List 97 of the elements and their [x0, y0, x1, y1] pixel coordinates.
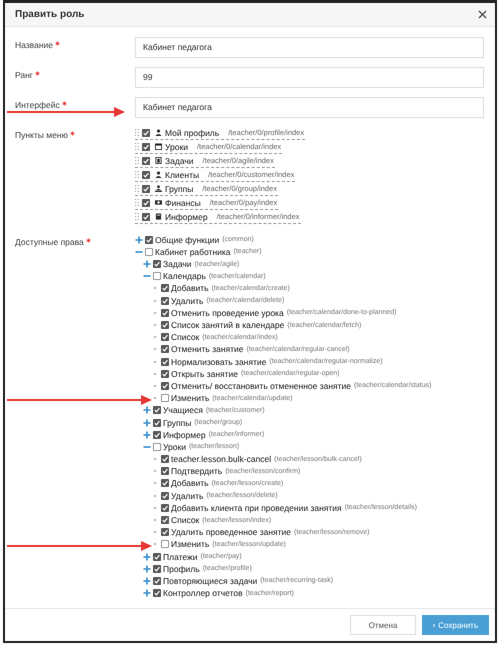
expand-icon[interactable] [143, 418, 151, 426]
leaf-icon [151, 504, 159, 512]
banknote-icon [155, 199, 162, 206]
checkbox[interactable] [161, 540, 169, 548]
permission-name: Информер [163, 430, 206, 440]
permission-name: Задачи [163, 259, 192, 270]
expand-icon[interactable] [143, 564, 151, 573]
drag-handle-icon[interactable] [135, 199, 139, 206]
permission-name: Отменить проведение урока [171, 308, 284, 318]
drag-handle-icon[interactable] [135, 185, 139, 192]
permission-name: Уроки [163, 442, 186, 452]
user-icon [155, 171, 162, 178]
clipboard-icon [155, 157, 162, 164]
menu-item-label: Уроки [165, 142, 188, 152]
drag-handle-icon[interactable] [135, 213, 139, 220]
checkbox[interactable] [161, 504, 169, 512]
permission-name: Общие функции [155, 234, 220, 245]
book-icon [155, 213, 162, 220]
calendar-icon [155, 143, 162, 150]
cancel-button[interactable]: Отмена [350, 615, 416, 636]
permission-name: Контроллер отчетов [163, 588, 243, 598]
expand-icon[interactable] [143, 430, 151, 439]
permission-name: Повторяющиеся задачи [163, 576, 258, 586]
dialog-title: Править роль [15, 8, 84, 20]
permission-name: Подтвердить [171, 466, 222, 476]
checkbox[interactable] [161, 345, 169, 354]
permission-name: Изменить [171, 393, 210, 404]
permission-name: Список [171, 515, 200, 525]
text-field[interactable]: 99 [135, 66, 484, 88]
permission-name: Добавить [171, 283, 209, 294]
permission-name: Изменить [171, 539, 210, 550]
permission-name: Удалить [171, 490, 204, 501]
menu-item-label: Группы [165, 184, 194, 194]
drag-handle-icon[interactable] [135, 143, 139, 150]
checkbox[interactable] [153, 272, 161, 280]
checkbox[interactable] [153, 406, 161, 414]
permission-name: Учащиеся [163, 405, 203, 416]
permission-name: Список [171, 332, 200, 342]
permission-name: Добавить клиента при проведении занятия [171, 502, 342, 513]
leaf-icon [151, 296, 159, 305]
permission-name: Платежи [163, 552, 198, 562]
permission-name: Удалить [171, 296, 204, 306]
menu-item-label: Клиенты [165, 170, 200, 180]
checkbox[interactable] [153, 442, 161, 451]
permission-name: Добавить [171, 478, 209, 488]
save-icon [433, 622, 436, 629]
leaf-icon [151, 370, 159, 378]
field-label: Пункты меню [15, 130, 68, 140]
leaf-icon [151, 308, 159, 317]
field-label: Доступные права [15, 236, 84, 247]
permission-name: teacher.lesson.bulk-cancel [171, 454, 272, 464]
checkbox[interactable] [161, 394, 169, 402]
drag-handle-icon[interactable] [135, 171, 139, 178]
checkbox[interactable] [145, 248, 153, 256]
menu-item-label: Задачи [165, 156, 194, 166]
permission-name: Удалить проведенное занятие [171, 527, 292, 538]
leaf-icon [151, 492, 159, 500]
field-label: Интерфейс [15, 100, 60, 110]
expand-icon[interactable] [143, 552, 151, 561]
permission-name: Кабинет работника [155, 246, 231, 257]
leaf-icon [151, 516, 159, 524]
leaf-icon [151, 358, 159, 366]
drag-handle-icon[interactable] [135, 129, 139, 136]
permission-name: Отменить/ восстановить отмененное занятие [171, 380, 352, 391]
checkbox[interactable] [161, 479, 169, 488]
permission-name: Профиль [163, 564, 200, 574]
permission-name: Отменить занятие [171, 344, 244, 354]
checkbox[interactable] [161, 308, 169, 317]
text-field[interactable]: Кабинет педагога [135, 36, 484, 58]
checkbox[interactable] [161, 467, 169, 476]
leaf-icon [151, 382, 159, 390]
expand-icon[interactable] [135, 236, 143, 244]
expand-icon[interactable] [143, 406, 151, 414]
close-icon[interactable] [478, 10, 487, 19]
user-icon [155, 129, 162, 136]
users-icon [155, 185, 162, 192]
field-label: Ранг [15, 70, 33, 80]
text-field[interactable]: Кабинет педагога [135, 96, 484, 118]
leaf-icon [151, 321, 159, 329]
checkbox[interactable] [161, 284, 169, 292]
expand-icon[interactable] [143, 576, 151, 585]
permission-name: Нормализовать занятие [171, 356, 266, 367]
checkbox[interactable] [153, 564, 161, 573]
permission-name: Открыть занятие [171, 368, 238, 379]
menu-item-label: Информер [165, 212, 208, 222]
permission-name: Группы [163, 418, 192, 428]
expand-icon[interactable] [143, 260, 151, 268]
menu-item-label: Мой профиль [165, 128, 220, 138]
field-label: Название [15, 40, 53, 50]
checkbox[interactable] [161, 382, 169, 390]
expand-icon[interactable] [143, 589, 151, 598]
permission-name: Список занятий в календаре [171, 320, 284, 330]
checkbox[interactable] [161, 370, 169, 378]
permission-name: Календарь [163, 271, 206, 282]
menu-item-label: Финансы [165, 198, 201, 208]
checkbox[interactable] [153, 576, 161, 585]
drag-handle-icon[interactable] [135, 157, 139, 164]
